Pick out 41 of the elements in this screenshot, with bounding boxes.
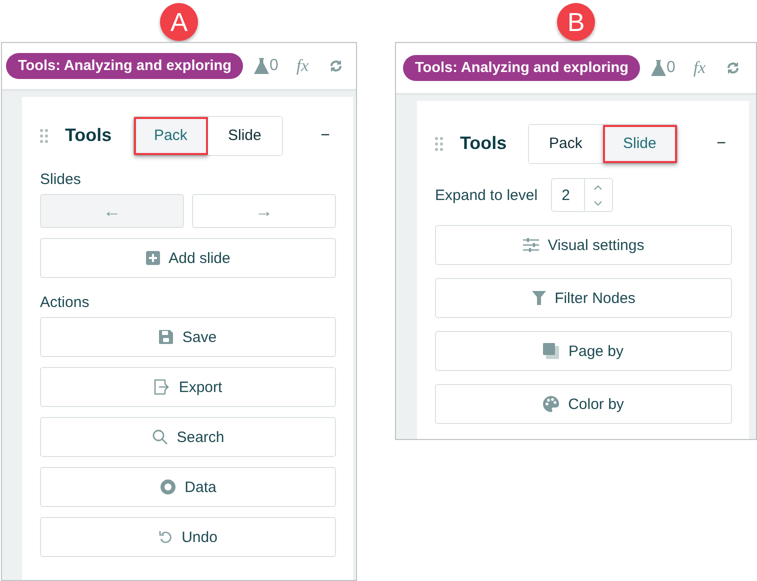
- sliders-icon: [522, 238, 539, 252]
- export-icon: [154, 379, 170, 395]
- flask-count: 0: [269, 57, 278, 75]
- action-button[interactable]: Color by: [435, 384, 732, 424]
- drag-handle-icon[interactable]: [435, 136, 443, 150]
- flask-count: 0: [666, 59, 676, 77]
- undo-icon: [158, 530, 173, 544]
- action-button[interactable]: Add slide: [40, 238, 336, 278]
- collapse-button[interactable]: −: [710, 134, 732, 152]
- collapse-button[interactable]: −: [314, 126, 336, 144]
- field-label: Expand to level: [435, 186, 538, 204]
- action-button[interactable]: Export: [40, 367, 336, 407]
- letter-badge: A: [160, 3, 198, 41]
- action-button[interactable]: Visual settings: [435, 225, 732, 265]
- refresh-icon[interactable]: [726, 61, 740, 75]
- action-button[interactable]: Save: [40, 317, 336, 357]
- funnel-icon: [532, 291, 546, 305]
- section-label: Actions: [40, 294, 90, 311]
- refresh-icon[interactable]: [328, 59, 343, 73]
- tab[interactable]: Slide: [602, 124, 677, 162]
- title-chip: Tools: Analyzing and exploring: [403, 55, 640, 81]
- number-stepper[interactable]: 2: [550, 178, 613, 212]
- stacked-squares-icon: [543, 343, 560, 359]
- search-icon: [152, 429, 168, 445]
- action-button[interactable]: Page by: [435, 331, 732, 371]
- plus-square-icon: [146, 251, 160, 265]
- panel-title: Tools: [65, 125, 112, 146]
- ring-icon: [160, 479, 176, 495]
- flask-icon[interactable]: [254, 58, 270, 74]
- flask-icon[interactable]: [651, 60, 666, 76]
- section-label: Slides: [40, 171, 82, 188]
- palette-icon: [543, 396, 560, 412]
- title-chip: Tools: Analyzing and exploring: [6, 53, 244, 79]
- tab[interactable]: Pack: [134, 116, 208, 154]
- action-button[interactable]: Data: [40, 467, 336, 507]
- action-button[interactable]: Search: [40, 417, 336, 457]
- drag-handle-icon[interactable]: [40, 128, 48, 142]
- action-button[interactable]: Filter Nodes: [435, 278, 732, 318]
- panel-title: Tools: [460, 133, 507, 154]
- action-button[interactable]: Undo: [40, 517, 336, 557]
- letter-badge: B: [557, 3, 595, 41]
